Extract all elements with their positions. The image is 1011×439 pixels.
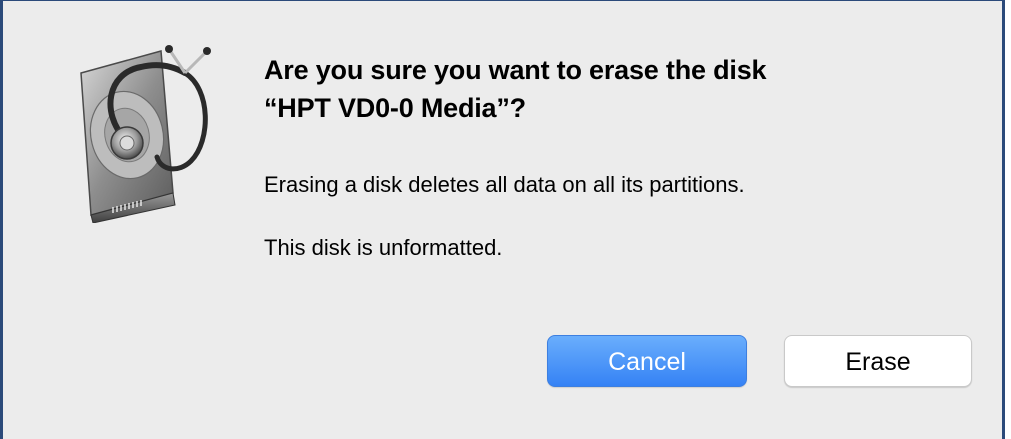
dialog-title: Are you sure you want to erase the disk … — [264, 51, 964, 127]
erase-warning-text: Erasing a disk deletes all data on all i… — [264, 172, 745, 197]
disk-status-text: This disk is unformatted. — [264, 235, 503, 260]
disk-utility-icon — [61, 43, 221, 224]
dialog-title-line-1: Are you sure you want to erase the disk — [264, 55, 767, 85]
dialog-title-line-2: “HPT VD0-0 Media”? — [264, 93, 526, 123]
cancel-button[interactable]: Cancel — [547, 335, 747, 387]
erase-button[interactable]: Erase — [784, 335, 972, 387]
erase-disk-dialog: Are you sure you want to erase the disk … — [0, 0, 1005, 439]
